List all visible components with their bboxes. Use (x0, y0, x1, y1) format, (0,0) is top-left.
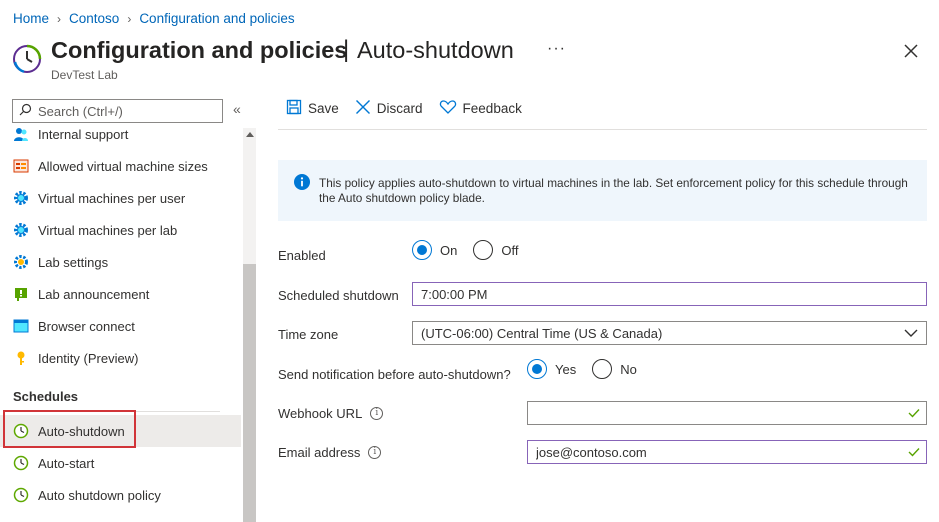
browser-icon (12, 317, 30, 335)
sidebar-item-vms-per-user[interactable]: Virtual machines per user (0, 182, 241, 214)
send-notification-label: Send notification before auto-shutdown? (278, 367, 511, 382)
sidebar-item-label: Internal support (38, 126, 129, 142)
scheduled-shutdown-label: Scheduled shutdown (278, 288, 399, 303)
radio-selected-icon[interactable] (412, 240, 432, 260)
support-icon (12, 125, 30, 143)
breadcrumb: Home › Contoso › Configuration and polic… (13, 11, 295, 26)
page-subtitle: Auto-shutdown (357, 37, 514, 63)
radio-unselected-icon[interactable] (592, 359, 613, 379)
heart-icon (439, 99, 457, 118)
sidebar-item-label: Auto-start (38, 455, 95, 471)
page-title: Configuration and policies (51, 37, 348, 63)
annotation-highlight-box (3, 410, 136, 448)
radio-label: Yes (555, 361, 577, 377)
enabled-on-radio[interactable]: On (412, 240, 457, 260)
more-options-icon[interactable]: ··· (547, 40, 566, 58)
time-zone-label: Time zone (278, 327, 339, 342)
info-icon[interactable]: i (370, 407, 384, 420)
radio-label: On (440, 242, 458, 258)
webhook-url-field[interactable] (527, 401, 927, 425)
email-address-label: Email address i (278, 445, 382, 460)
webhook-url-label: Webhook URL i (278, 406, 384, 421)
sidebar-item-label: Identity (Preview) (38, 350, 139, 366)
title-separator: | (343, 36, 350, 63)
collapse-sidebar-icon[interactable]: « (233, 101, 241, 117)
chevron-right-icon: › (57, 11, 62, 26)
feedback-label: Feedback (462, 101, 522, 116)
sidebar-item-label: Auto shutdown policy (38, 487, 161, 503)
toolbar-divider (278, 129, 927, 130)
breadcrumb-home[interactable]: Home (13, 11, 49, 26)
time-zone-value: (UTC-06:00) Central Time (US & Canada) (421, 325, 663, 341)
breadcrumb-contoso[interactable]: Contoso (69, 11, 119, 26)
sidebar-item-lab-settings[interactable]: Lab settings (0, 246, 241, 278)
search-input[interactable] (38, 103, 208, 119)
chevron-down-icon (904, 326, 918, 341)
sidebar-item-label: Virtual machines per user (38, 190, 186, 206)
vm-sizes-icon (12, 157, 30, 175)
sidebar-scrollbar-thumb[interactable] (243, 264, 256, 522)
command-bar: Save Discard Feedback (286, 99, 538, 118)
radio-label: Off (501, 242, 519, 258)
gear-icon (12, 189, 30, 207)
clock-icon (12, 454, 30, 472)
radio-selected-icon[interactable] (527, 359, 547, 379)
sidebar-item-identity[interactable]: Identity (Preview) (0, 342, 241, 374)
clock-icon (12, 486, 30, 504)
sidebar-item-label: Browser connect (38, 318, 135, 334)
info-banner: This policy applies auto-shutdown to vir… (278, 160, 927, 221)
sidebar-item-browser-connect[interactable]: Browser connect (0, 310, 241, 342)
key-icon (12, 349, 30, 367)
sidebar-item-auto-start[interactable]: Auto-start (0, 447, 241, 479)
email-address-field[interactable] (527, 440, 927, 464)
checkmark-icon (908, 445, 920, 460)
sidebar-item-lab-announcement[interactable]: Lab announcement (0, 278, 241, 310)
sidebar-item-vms-per-lab[interactable]: Virtual machines per lab (0, 214, 241, 246)
notification-no-radio[interactable]: No (592, 359, 637, 379)
discard-icon (355, 99, 371, 118)
close-icon[interactable] (900, 40, 922, 62)
sidebar-section-schedules: Schedules (13, 389, 79, 404)
sidebar-item-auto-shutdown-policy[interactable]: Auto shutdown policy (0, 479, 241, 511)
info-banner-text: This policy applies auto-shutdown to vir… (319, 175, 908, 205)
sidebar-item-label: Virtual machines per lab (38, 222, 178, 238)
scheduled-shutdown-field[interactable] (412, 282, 927, 306)
devtest-clock-icon (12, 44, 42, 74)
chevron-right-icon: › (127, 11, 132, 26)
enabled-off-radio[interactable]: Off (473, 240, 518, 260)
save-button[interactable]: Save (286, 99, 339, 118)
enabled-label: Enabled (278, 248, 326, 263)
sidebar-item-label: Lab settings (38, 254, 109, 270)
discard-label: Discard (376, 101, 423, 116)
resource-type: DevTest Lab (51, 68, 118, 82)
scheduled-shutdown-input[interactable] (421, 286, 926, 302)
info-icon[interactable]: i (368, 446, 382, 459)
search-icon (19, 103, 32, 119)
time-zone-select[interactable]: (UTC-06:00) Central Time (US & Canada) (412, 321, 927, 345)
sidebar-item-allowed-vm-sizes[interactable]: Allowed virtual machine sizes (0, 150, 241, 182)
announcement-icon (12, 285, 30, 303)
email-address-label-text: Email address (278, 445, 361, 460)
email-address-input[interactable] (536, 444, 908, 460)
sidebar-item-label: Allowed virtual machine sizes (38, 158, 208, 174)
radio-unselected-icon[interactable] (473, 240, 494, 260)
sidebar-item-internal-support[interactable]: Internal support (0, 118, 241, 150)
info-icon (294, 174, 310, 193)
breadcrumb-configuration[interactable]: Configuration and policies (139, 11, 294, 26)
discard-button[interactable]: Discard (355, 99, 423, 118)
enabled-radio-group: On Off (412, 240, 534, 260)
webhook-url-label-text: Webhook URL (278, 406, 363, 421)
feedback-button[interactable]: Feedback (439, 99, 522, 118)
sidebar-item-label: Lab announcement (38, 286, 150, 302)
notification-radio-group: Yes No (527, 359, 653, 379)
gear-icon (12, 221, 30, 239)
save-icon (286, 99, 302, 118)
checkmark-icon (908, 406, 920, 421)
save-label: Save (308, 101, 339, 116)
settings-icon (12, 253, 30, 271)
radio-label: No (620, 361, 637, 377)
webhook-url-input[interactable] (536, 405, 908, 421)
notification-yes-radio[interactable]: Yes (527, 359, 576, 379)
scroll-up-icon[interactable] (246, 132, 254, 137)
